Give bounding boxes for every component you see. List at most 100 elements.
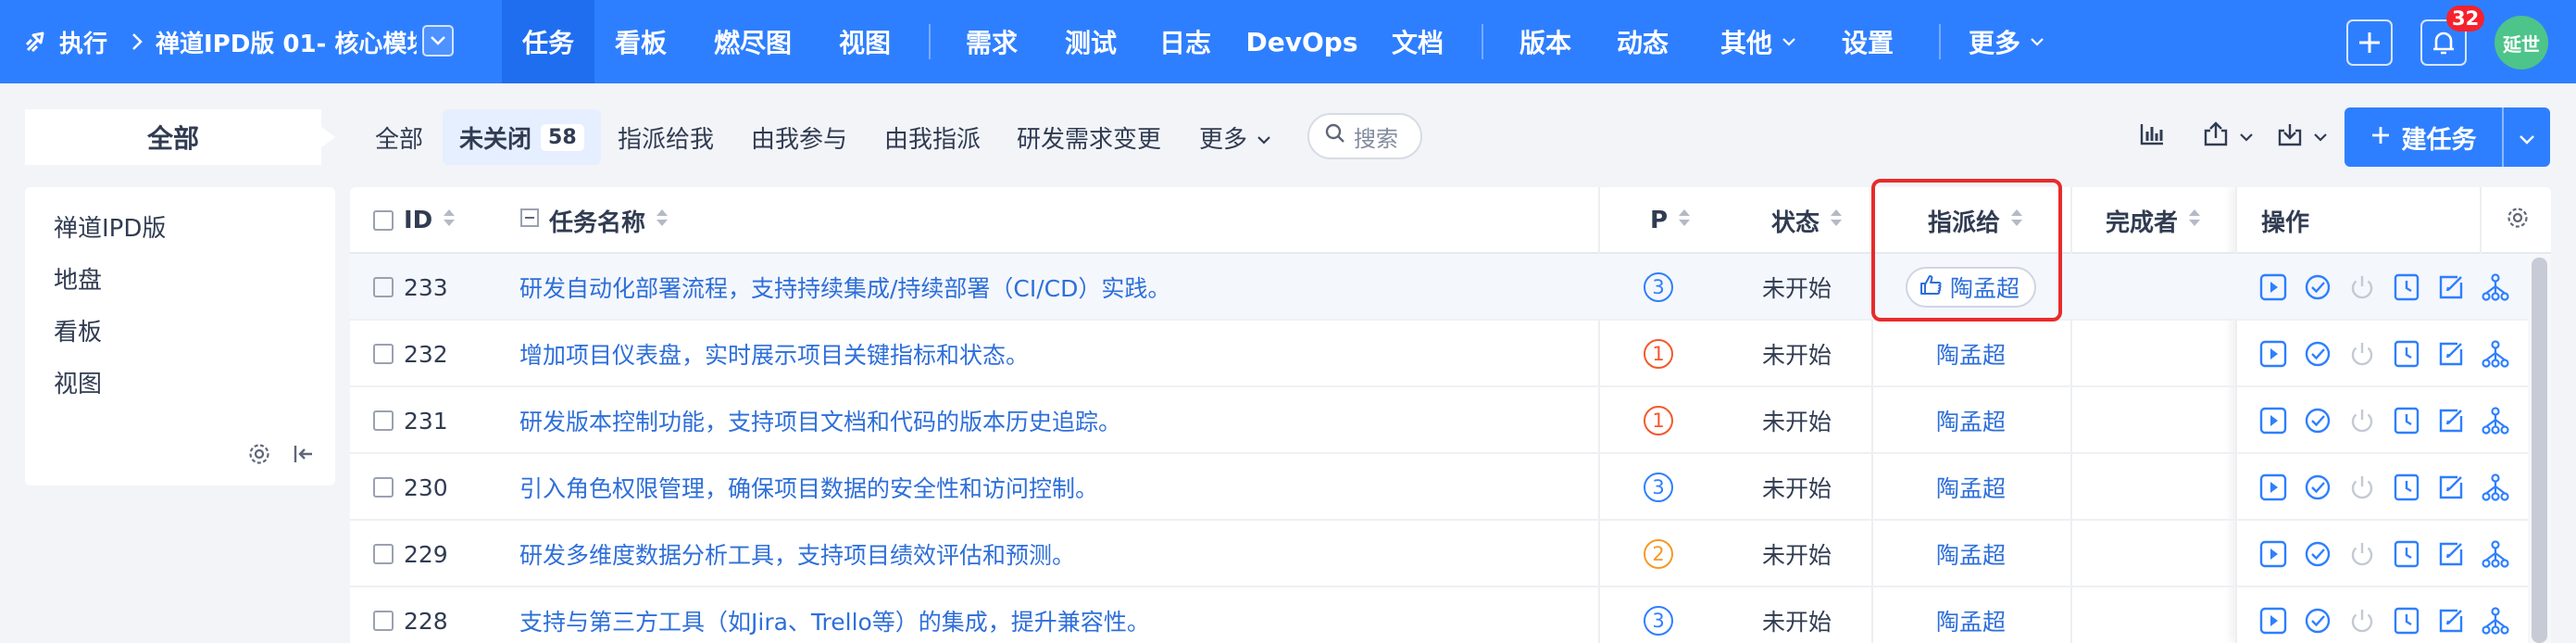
record-hours-button[interactable]: [2391, 338, 2422, 370]
record-hours-button[interactable]: [2391, 405, 2422, 436]
table-row[interactable]: 228 支持与第三方工具（如Jira、Trello等）的集成，提升兼容性。 3 …: [350, 587, 2551, 643]
module-item-dashboard[interactable]: 地盘: [54, 261, 102, 296]
nav-tab-build[interactable]: 版本: [1502, 0, 1589, 83]
task-name-link[interactable]: 增加项目仪表盘，实时展示项目关键指标和状态。: [519, 321, 1584, 387]
subdivide-button[interactable]: [2480, 271, 2511, 303]
assigned-to-cell[interactable]: 陶孟超: [1871, 521, 2070, 587]
header-finished-by[interactable]: 完成者: [2106, 187, 2202, 254]
filter-tab-assigned-to-me[interactable]: 指派给我: [618, 109, 714, 165]
avatar[interactable]: 延世: [2495, 16, 2548, 69]
nav-tab-burndown[interactable]: 燃尽图: [702, 0, 804, 83]
nav-tab-test[interactable]: 测试: [1046, 0, 1135, 83]
nav-tab-devops[interactable]: DevOps: [1241, 0, 1363, 83]
edit-button[interactable]: [2435, 338, 2467, 370]
start-button[interactable]: [2257, 271, 2289, 303]
nav-tab-log[interactable]: 日志: [1141, 0, 1230, 83]
task-name-link[interactable]: 研发自动化部署流程，支持持续集成/持续部署（CI/CD）实践。: [519, 254, 1584, 321]
quick-create-button[interactable]: [2346, 19, 2393, 66]
close-button[interactable]: [2346, 338, 2378, 370]
row-checkbox[interactable]: [373, 387, 394, 454]
finish-button[interactable]: [2302, 271, 2333, 303]
subdivide-button[interactable]: [2480, 538, 2511, 570]
assigned-to-cell[interactable]: 陶孟超: [1871, 321, 2070, 387]
filter-tab-story-change[interactable]: 研发需求变更: [1017, 109, 1161, 165]
edit-button[interactable]: [2435, 538, 2467, 570]
task-name-link[interactable]: 支持与第三方工具（如Jira、Trello等）的集成，提升兼容性。: [519, 587, 1584, 643]
start-button[interactable]: [2257, 472, 2289, 503]
filter-tab-involved[interactable]: 由我参与: [751, 109, 847, 165]
finish-button[interactable]: [2302, 538, 2333, 570]
start-button[interactable]: [2257, 405, 2289, 436]
header-task-name[interactable]: 任务名称: [549, 187, 669, 254]
finish-button[interactable]: [2302, 472, 2333, 503]
select-all-checkbox[interactable]: [373, 187, 394, 254]
project-switch-button[interactable]: [422, 25, 454, 57]
record-hours-button[interactable]: [2391, 538, 2422, 570]
module-item-ipd[interactable]: 禅道IPD版: [54, 209, 166, 244]
filter-tab-unclosed[interactable]: 未关闭 58: [443, 109, 601, 165]
breadcrumb-project[interactable]: 禅道IPD版 01- 核心模块(: [156, 0, 417, 83]
row-checkbox[interactable]: [373, 254, 394, 321]
edit-button[interactable]: [2435, 271, 2467, 303]
create-task-dropdown[interactable]: [2504, 107, 2550, 167]
subdivide-button[interactable]: [2480, 605, 2511, 637]
row-checkbox[interactable]: [373, 454, 394, 521]
nav-tab-dynamic[interactable]: 动态: [1598, 0, 1687, 83]
nav-tab-story[interactable]: 需求: [948, 0, 1035, 83]
nav-tab-other[interactable]: 其他: [1698, 0, 1819, 83]
scrollbar-thumb[interactable]: [2532, 258, 2547, 643]
table-row[interactable]: 232 增加项目仪表盘，实时展示项目关键指标和状态。 1 未开始 陶孟超: [350, 321, 2551, 387]
close-button[interactable]: [2346, 472, 2378, 503]
filter-tab-all[interactable]: 全部: [375, 109, 423, 165]
task-name-link[interactable]: 研发多维度数据分析工具，支持项目绩效评估和预测。: [519, 521, 1584, 587]
nav-tab-settings[interactable]: 设置: [1824, 0, 1911, 83]
table-row[interactable]: 229 研发多维度数据分析工具，支持项目绩效评估和预测。 2 未开始 陶孟超: [350, 521, 2551, 587]
nav-tab-doc[interactable]: 文档: [1374, 0, 1461, 83]
task-name-link[interactable]: 研发版本控制功能，支持项目文档和代码的版本历史追踪。: [519, 387, 1584, 454]
subdivide-button[interactable]: [2480, 405, 2511, 436]
filter-tab-more[interactable]: 更多: [1199, 109, 1271, 165]
module-settings-button[interactable]: [247, 442, 271, 470]
record-hours-button[interactable]: [2391, 472, 2422, 503]
subdivide-button[interactable]: [2480, 338, 2511, 370]
module-all-tab[interactable]: 全部: [25, 109, 321, 165]
module-item-view[interactable]: 视图: [54, 365, 102, 399]
table-row[interactable]: 231 研发版本控制功能，支持项目文档和代码的版本历史追踪。 1 未开始 陶孟超: [350, 387, 2551, 454]
header-priority[interactable]: P: [1650, 187, 1692, 254]
record-hours-button[interactable]: [2391, 605, 2422, 637]
report-button[interactable]: [2139, 117, 2165, 156]
module-item-kanban[interactable]: 看板: [54, 313, 102, 347]
edit-button[interactable]: [2435, 472, 2467, 503]
close-button[interactable]: [2346, 538, 2378, 570]
assigned-to-cell[interactable]: 陶孟超: [1871, 454, 2070, 521]
row-checkbox[interactable]: [373, 521, 394, 587]
row-checkbox[interactable]: [373, 587, 394, 643]
create-task-button[interactable]: 建任务: [2345, 107, 2550, 167]
row-checkbox[interactable]: [373, 321, 394, 387]
search-button[interactable]: 搜索: [1307, 113, 1422, 159]
edit-button[interactable]: [2435, 405, 2467, 436]
assigned-to-cell[interactable]: 陶孟超: [1871, 587, 2070, 643]
finish-button[interactable]: [2302, 605, 2333, 637]
start-button[interactable]: [2257, 605, 2289, 637]
collapse-panel-button[interactable]: [292, 442, 316, 470]
export-button[interactable]: [2202, 117, 2254, 156]
breadcrumb-execution[interactable]: 执行: [24, 0, 107, 83]
close-button[interactable]: [2346, 405, 2378, 436]
subdivide-button[interactable]: [2480, 472, 2511, 503]
nav-tab-kanban[interactable]: 看板: [596, 0, 685, 83]
finish-button[interactable]: [2302, 338, 2333, 370]
start-button[interactable]: [2257, 538, 2289, 570]
finish-button[interactable]: [2302, 405, 2333, 436]
start-button[interactable]: [2257, 338, 2289, 370]
header-id[interactable]: ID: [404, 187, 456, 254]
import-button[interactable]: [2276, 117, 2328, 156]
collapse-all-toggle[interactable]: [519, 187, 540, 254]
nav-tab-view[interactable]: 视图: [820, 0, 909, 83]
close-button[interactable]: [2346, 271, 2378, 303]
table-row[interactable]: 230 引入角色权限管理，确保项目数据的安全性和访问控制。 3 未开始 陶孟超: [350, 454, 2551, 521]
filter-tab-assigned-by-me[interactable]: 由我指派: [884, 109, 981, 165]
edit-button[interactable]: [2435, 605, 2467, 637]
task-name-link[interactable]: 引入角色权限管理，确保项目数据的安全性和访问控制。: [519, 454, 1584, 521]
record-hours-button[interactable]: [2391, 271, 2422, 303]
